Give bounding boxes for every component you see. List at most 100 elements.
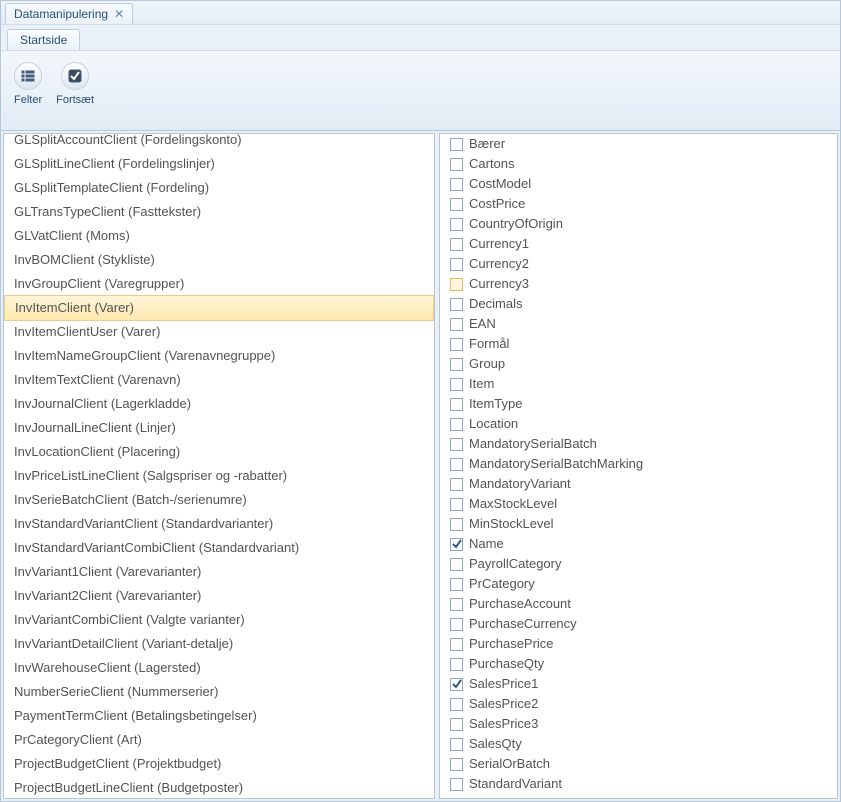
field-row[interactable]: SerialOrBatch [440,754,837,774]
checkbox[interactable] [450,558,463,571]
checkbox[interactable] [450,698,463,711]
field-row[interactable]: MaxStockLevel [440,494,837,514]
list-item[interactable]: GLTransTypeClient (Fasttekster) [4,200,434,224]
list-item[interactable]: GLSplitAccountClient (Fordelingskonto) [4,134,434,152]
checkbox[interactable] [450,718,463,731]
list-item[interactable]: PrCategoryClient (Art) [4,728,434,752]
field-row[interactable]: Currency2 [440,254,837,274]
list-item[interactable]: NumberSerieClient (Nummerserier) [4,680,434,704]
checkbox[interactable] [450,438,463,451]
list-item[interactable]: GLSplitTemplateClient (Fordeling) [4,176,434,200]
checkbox[interactable] [450,378,463,391]
checkbox[interactable] [450,758,463,771]
field-row[interactable]: Cartons [440,154,837,174]
field-row[interactable]: MandatorySerialBatch [440,434,837,454]
field-row[interactable]: SalesPrice3 [440,714,837,734]
list-item[interactable]: PaymentTermClient (Betalingsbetingelser) [4,704,434,728]
field-row[interactable]: PurchaseQty [440,654,837,674]
list-item[interactable]: InvItemClientUser (Varer) [4,320,434,344]
checkbox[interactable] [450,618,463,631]
field-row[interactable]: EAN [440,314,837,334]
field-row[interactable]: PurchaseAccount [440,594,837,614]
list-item[interactable]: GLVatClient (Moms) [4,224,434,248]
checkbox[interactable] [450,498,463,511]
field-row[interactable]: PrCategory [440,574,837,594]
list-item[interactable]: InvSerieBatchClient (Batch-/serienumre) [4,488,434,512]
checkbox[interactable] [450,218,463,231]
checkbox[interactable] [450,478,463,491]
list-item[interactable]: InvBOMClient (Stykliste) [4,248,434,272]
checkbox[interactable] [450,578,463,591]
field-row[interactable]: Group [440,354,837,374]
list-item[interactable]: InvVariant2Client (Varevarianter) [4,584,434,608]
list-item[interactable]: GLSplitLineClient (Fordelingslinjer) [4,152,434,176]
client-listbox[interactable]: GLSplitAccountClient (Fordelingskonto)GL… [4,134,434,798]
list-item[interactable]: InvVariant1Client (Varevarianter) [4,560,434,584]
felter-button[interactable]: Felter [7,57,49,111]
field-row[interactable]: ItemType [440,394,837,414]
checkbox[interactable] [450,318,463,331]
tab-startside[interactable]: Startside [7,29,80,50]
list-item[interactable]: ProjectBudgetLineClient (Budgetposter) [4,776,434,798]
checkbox[interactable] [450,778,463,791]
list-item[interactable]: InvItemNameGroupClient (Varenavnegruppe) [4,344,434,368]
field-row[interactable]: Location [440,414,837,434]
field-row[interactable]: CostModel [440,174,837,194]
list-item[interactable]: InvStandardVariantClient (Standardvarian… [4,512,434,536]
field-row[interactable]: SalesPrice2 [440,694,837,714]
checkbox[interactable] [450,338,463,351]
checkbox[interactable] [450,658,463,671]
checkbox[interactable] [450,198,463,211]
checkbox[interactable] [450,738,463,751]
list-item[interactable]: InvPriceListLineClient (Salgspriser og -… [4,464,434,488]
field-row[interactable]: CostPrice [440,194,837,214]
list-item[interactable]: InvJournalClient (Lagerkladde) [4,392,434,416]
list-item[interactable]: ProjectBudgetClient (Projektbudget) [4,752,434,776]
list-item[interactable]: InvWarehouseClient (Lagersted) [4,656,434,680]
checkbox[interactable] [450,598,463,611]
checkbox[interactable] [450,458,463,471]
field-row[interactable]: Formål [440,334,837,354]
checkbox[interactable] [450,418,463,431]
list-item[interactable]: InvJournalLineClient (Linjer) [4,416,434,440]
list-item[interactable]: InvItemTextClient (Varenavn) [4,368,434,392]
checkbox[interactable] [450,678,463,691]
checkbox[interactable] [450,258,463,271]
checkbox[interactable] [450,238,463,251]
field-row[interactable]: MandatorySerialBatchMarking [440,454,837,474]
field-row[interactable]: SalesPrice1 [440,674,837,694]
field-row[interactable]: MinStockLevel [440,514,837,534]
field-row[interactable]: SalesQty [440,734,837,754]
field-row[interactable]: PurchasePrice [440,634,837,654]
fortsaet-button[interactable]: Fortsæt [49,57,101,111]
tab-datamanipulering[interactable]: Datamanipulering ✕ [5,3,133,24]
field-row[interactable]: Item [440,374,837,394]
close-icon[interactable]: ✕ [114,8,124,20]
field-row[interactable]: PayrollCategory [440,554,837,574]
checkbox[interactable] [450,518,463,531]
list-item[interactable]: InvVariantCombiClient (Valgte varianter) [4,608,434,632]
list-item[interactable]: InvVariantDetailClient (Variant-detalje) [4,632,434,656]
list-item[interactable]: InvGroupClient (Varegrupper) [4,272,434,296]
fields-listbox[interactable]: BærerCartonsCostModelCostPriceCountryOfO… [440,134,837,798]
list-item[interactable]: InvStandardVariantCombiClient (Standardv… [4,536,434,560]
field-row[interactable]: Currency1 [440,234,837,254]
field-row[interactable]: Currency3 [440,274,837,294]
list-item[interactable]: InvItemClient (Varer) [4,295,434,321]
field-row[interactable]: Name [440,534,837,554]
checkbox[interactable] [450,358,463,371]
checkbox[interactable] [450,158,463,171]
checkbox[interactable] [450,538,463,551]
field-row[interactable]: MandatoryVariant [440,474,837,494]
field-row[interactable]: Bærer [440,134,837,154]
field-row[interactable]: StandardVariant [440,774,837,794]
checkbox[interactable] [450,178,463,191]
checkbox[interactable] [450,278,463,291]
list-item[interactable]: InvLocationClient (Placering) [4,440,434,464]
field-row[interactable]: PurchaseCurrency [440,614,837,634]
checkbox[interactable] [450,638,463,651]
checkbox[interactable] [450,138,463,151]
field-row[interactable]: Decimals [440,294,837,314]
checkbox[interactable] [450,298,463,311]
field-row[interactable]: CountryOfOrigin [440,214,837,234]
